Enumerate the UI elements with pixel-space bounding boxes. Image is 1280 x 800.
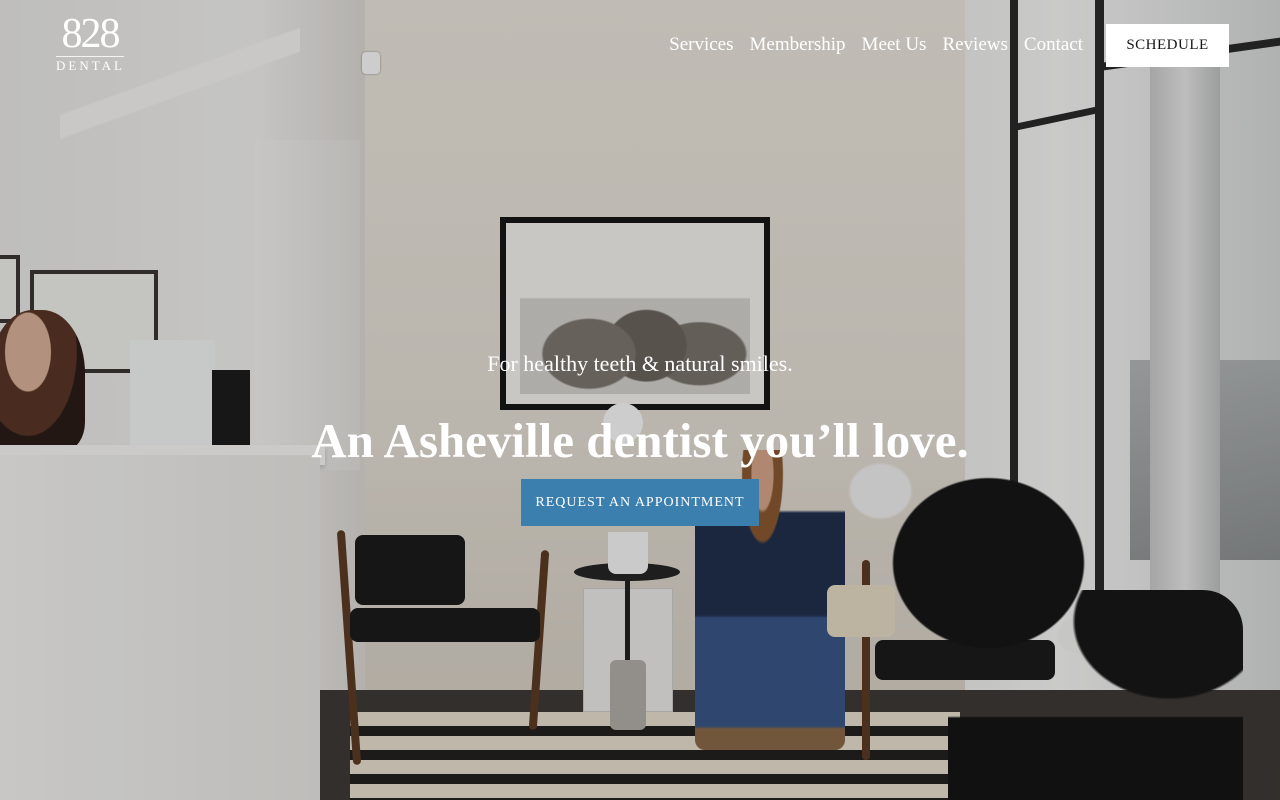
nav-services[interactable]: Services	[669, 33, 733, 57]
schedule-button[interactable]: SCHEDULE	[1106, 24, 1229, 67]
site-logo[interactable]: 828 DENTAL	[52, 12, 128, 76]
nav-reviews[interactable]: Reviews	[942, 33, 1007, 57]
hero-tagline: For healthy teeth & natural smiles.	[487, 351, 793, 376]
nav-contact[interactable]: Contact	[1024, 33, 1083, 57]
logo-subtitle: DENTAL	[56, 56, 125, 73]
hero-headline: An Asheville dentist you’ll love.	[311, 413, 969, 468]
nav-membership[interactable]: Membership	[750, 33, 846, 57]
hero-background-photo	[0, 0, 1280, 800]
site-header: 828 DENTAL Services Membership Meet Us R…	[0, 0, 1280, 90]
main-nav: Services Membership Meet Us Reviews Cont…	[669, 33, 1083, 57]
request-appointment-button[interactable]: REQUEST AN APPOINTMENT	[521, 479, 759, 526]
nav-meet-us[interactable]: Meet Us	[862, 33, 927, 57]
logo-mark: 828	[61, 11, 121, 57]
